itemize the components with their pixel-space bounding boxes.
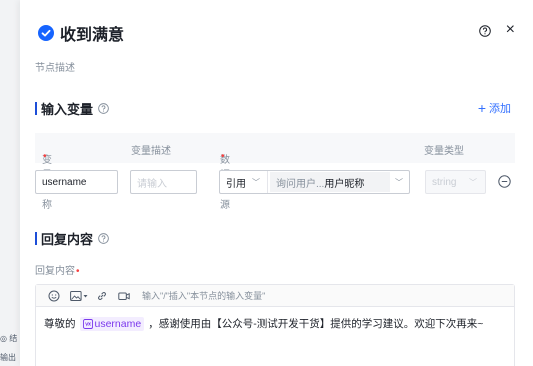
reply-content-editor[interactable]: 输入"/"插入"本节点的输入变量" 尊敬的 username ，感谢使用由【公众… [35, 284, 515, 366]
variable-type-value: string [432, 176, 457, 188]
chevron-down-icon: ﹀ [469, 177, 477, 187]
section-accent-bar [35, 102, 37, 115]
question-icon[interactable] [98, 103, 109, 114]
variables-table-header: 变量名称• 变量描述 数据来源• 变量类型 [35, 133, 515, 211]
toolbar-hint: 输入"/"插入"本节点的输入变量" [142, 291, 266, 301]
check-circle-icon [38, 25, 54, 41]
section-title-text: 输入变量 [41, 102, 94, 117]
variable-name-input[interactable]: username [35, 170, 118, 194]
content-suffix: ，感谢使用由【公众号-测试开发干货】提供的学习建议。欢迎下次再来~ [148, 318, 484, 330]
remove-circle-icon[interactable] [498, 175, 511, 188]
variable-chip-label: username [94, 317, 142, 330]
editor-toolbar: 输入"/"插入"本节点的输入变量" [36, 285, 514, 307]
panel-header: 收到满意 × [38, 20, 515, 46]
close-icon[interactable]: × [506, 21, 515, 39]
chevron-down-icon: ﹀ [252, 177, 260, 187]
data-source-select[interactable]: 引用 ﹀ 询问用户... 用户昵称 ﹀ [219, 170, 410, 194]
section-accent-bar [35, 232, 37, 245]
column-header-type: 变量类型 [424, 146, 464, 157]
help-icon[interactable] [479, 25, 491, 37]
canvas-output-label: 输出 [0, 353, 16, 362]
source-node-name: 询问用户... [276, 178, 325, 190]
section-title-text: 回复内容 [41, 232, 94, 247]
video-icon[interactable] [118, 290, 130, 302]
variable-icon [82, 318, 93, 329]
input-variables-section-title: 输入变量 [35, 99, 109, 118]
emoji-icon[interactable] [48, 290, 60, 302]
node-config-panel: 收到满意 × 节点描述 输入变量 + 添加 变量名称• 变量描述 数据来源• 变… [20, 0, 533, 366]
source-type-select[interactable]: 引用 ﹀ [220, 171, 268, 193]
canvas-node-label: ◎ 结 [0, 334, 18, 343]
add-variable-button[interactable]: + 添加 [478, 100, 511, 116]
question-icon[interactable] [98, 233, 109, 244]
variable-description-input[interactable]: 请输入 [130, 170, 197, 194]
image-icon[interactable] [70, 290, 88, 302]
node-description-input[interactable]: 节点描述 [35, 59, 75, 74]
editor-content[interactable]: 尊敬的 username ，感谢使用由【公众号-测试开发干货】提供的学习建议。欢… [36, 307, 514, 340]
node-title[interactable]: 收到满意 [60, 21, 124, 45]
add-variable-label: 添加 [489, 103, 511, 115]
plus-icon: + [477, 100, 486, 116]
reply-content-label: 回复内容• [35, 266, 80, 277]
column-header-desc: 变量描述 [131, 146, 171, 157]
source-field-name: 用户昵称 [324, 178, 365, 190]
source-reference-tag[interactable]: 询问用户... 用户昵称 [270, 172, 390, 192]
reply-content-section-title: 回复内容 [35, 229, 109, 248]
source-type-value: 引用 [226, 178, 246, 190]
background-canvas-strip: ◎ 结 输出 [0, 0, 20, 366]
chevron-down-icon: ﹀ [395, 177, 403, 187]
variable-row: username 请输入 引用 ﹀ 询问用户... 用户昵称 ﹀ string ﹀ [35, 170, 515, 194]
link-icon[interactable] [96, 290, 108, 302]
variable-chip[interactable]: username [79, 316, 145, 331]
content-prefix: 尊敬的 [44, 318, 76, 330]
variable-type-select[interactable]: string ﹀ [425, 170, 486, 194]
